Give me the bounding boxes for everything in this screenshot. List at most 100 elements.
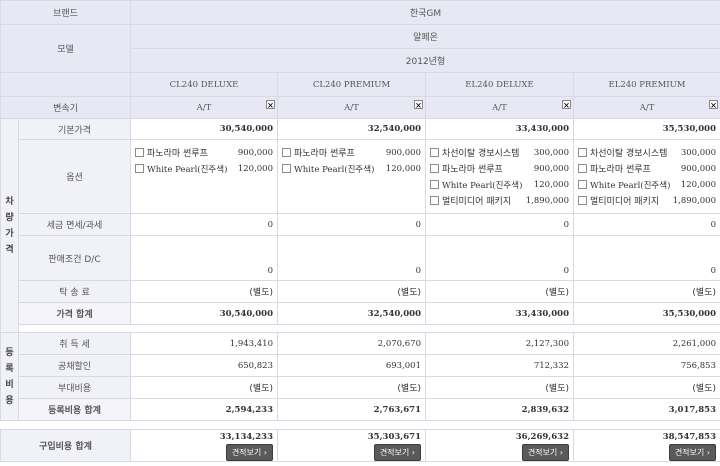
shipping-value: (별도) — [573, 280, 720, 303]
option-checkbox[interactable] — [430, 180, 439, 189]
option-row: 차선이탈 경보시스템 300,000 — [578, 145, 716, 161]
purchase-total: 33,134,233 — [219, 431, 273, 442]
bond: 650,823 — [130, 354, 278, 377]
option-checkbox[interactable] — [578, 180, 587, 189]
option-name: White Pearl(진주색) — [294, 164, 375, 175]
trim-name: CL240 PREMIUM — [277, 72, 426, 97]
price-total: 32,540,000 — [277, 302, 426, 325]
trans-value: A/T — [344, 102, 359, 113]
option-checkbox[interactable] — [430, 148, 439, 157]
option-price: 120,000 — [385, 163, 421, 174]
purchase-total: 35,303,671 — [367, 431, 421, 442]
shipping-label: 탁 송 료 — [18, 280, 131, 303]
tax-label: 세금 면세/과세 — [18, 213, 131, 236]
acq-tax-label: 취 득 세 — [18, 332, 131, 355]
option-row: 파노라마 썬루프 900,000 — [282, 145, 421, 161]
reg-total-label: 등록비용 합계 — [18, 398, 131, 421]
purchase-total-cell: 36,269,632 견적보기 › — [425, 429, 574, 462]
option-name: White Pearl(진주색) — [590, 180, 671, 191]
option-price: 1,890,000 — [525, 195, 569, 206]
trans-value: A/T — [639, 102, 655, 113]
extra-value: (별도) — [573, 376, 720, 399]
close-icon[interactable]: × — [414, 100, 423, 109]
trans-cell: A/T × — [425, 96, 574, 119]
comparison-table: 브랜드 한국GM 모델 알페온 2012년형 CL240 DELUXE CL24… — [0, 0, 720, 462]
estimate-button[interactable]: 견적보기 › — [521, 443, 569, 461]
model-year: 2012년형 — [130, 48, 720, 73]
reg-total: 2,839,632 — [425, 398, 574, 421]
option-name: 차선이탈 경보시스템 — [442, 149, 520, 159]
purchase-total-cell: 38,547,853 견적보기 › — [573, 429, 720, 462]
option-checkbox[interactable] — [135, 164, 144, 173]
bond: 712,332 — [425, 354, 574, 377]
option-row: White Pearl(진주색) 120,000 — [135, 161, 273, 177]
acq-tax: 2,261,000 — [573, 332, 720, 355]
option-row: White Pearl(진주색) 120,000 — [578, 177, 716, 193]
option-price: 120,000 — [533, 179, 569, 190]
base-price: 35,530,000 — [573, 118, 720, 140]
option-row: White Pearl(진주색) 120,000 — [282, 161, 421, 177]
price-total: 30,540,000 — [130, 302, 278, 325]
base-price-label: 기본가격 — [18, 118, 131, 140]
close-icon[interactable]: × — [562, 100, 571, 109]
tax-value: 0 — [573, 213, 720, 236]
base-price: 30,540,000 — [130, 118, 278, 140]
option-name: White Pearl(진주색) — [442, 180, 523, 191]
trans-cell: A/T × — [573, 96, 720, 119]
purchase-total: 38,547,853 — [662, 431, 716, 442]
extra-value: (별도) — [277, 376, 426, 399]
tax-value: 0 — [277, 213, 426, 236]
option-row: 파노라마 썬루프 900,000 — [135, 145, 273, 161]
trim-header-empty — [0, 72, 131, 97]
shipping-value: (별도) — [277, 280, 426, 303]
trim-name: CL240 DELUXE — [130, 72, 278, 97]
estimate-button[interactable]: 견적보기 › — [225, 443, 273, 461]
reg-total: 3,017,853 — [573, 398, 720, 421]
shipping-value: (별도) — [130, 280, 278, 303]
option-checkbox[interactable] — [578, 196, 587, 205]
tax-value: 0 — [130, 213, 278, 236]
option-checkbox[interactable] — [430, 164, 439, 173]
bond-label: 공채할인 — [18, 354, 131, 377]
option-name: White Pearl(진주색) — [147, 164, 228, 175]
option-row: 차선이탈 경보시스템 300,000 — [430, 145, 569, 161]
model-label: 모델 — [0, 24, 131, 73]
option-checkbox[interactable] — [430, 196, 439, 205]
bond: 693,001 — [277, 354, 426, 377]
trans-cell: A/T × — [277, 96, 426, 119]
dc-value: 0 — [277, 235, 426, 281]
trans-cell: A/T × — [130, 96, 278, 119]
reg-cost-text: 등록비용 — [5, 347, 14, 406]
option-price: 900,000 — [680, 163, 716, 174]
option-price: 900,000 — [237, 147, 273, 158]
extra-value: (별도) — [425, 376, 574, 399]
purchase-total-label: 구입비용 합계 — [0, 429, 131, 462]
option-checkbox[interactable] — [282, 164, 291, 173]
option-name: 차선이탈 경보시스템 — [590, 149, 668, 159]
options-label: 옵션 — [18, 139, 131, 214]
price-comparison: 브랜드 한국GM 모델 알페온 2012년형 CL240 DELUXE CL24… — [0, 0, 720, 466]
close-icon[interactable]: × — [709, 100, 718, 109]
option-checkbox[interactable] — [282, 148, 291, 157]
close-icon[interactable]: × — [266, 100, 275, 109]
option-price: 900,000 — [385, 147, 421, 158]
extra-value: (별도) — [130, 376, 278, 399]
options-cell: 파노라마 썬루프 900,000 White Pearl(진주색) 120,000 — [277, 139, 426, 214]
estimate-button[interactable]: 견적보기 › — [668, 443, 716, 461]
base-price: 32,540,000 — [277, 118, 426, 140]
option-price: 900,000 — [533, 163, 569, 174]
brand-value: 한국GM — [130, 0, 720, 25]
base-price: 33,430,000 — [425, 118, 574, 140]
option-checkbox[interactable] — [578, 164, 587, 173]
vehicle-price-label: 차량가격 — [0, 118, 19, 333]
reg-total: 2,594,233 — [130, 398, 278, 421]
option-checkbox[interactable] — [578, 148, 587, 157]
estimate-button[interactable]: 견적보기 › — [373, 443, 421, 461]
purchase-total-cell: 35,303,671 견적보기 › — [277, 429, 426, 462]
option-checkbox[interactable] — [135, 148, 144, 157]
options-cell: 파노라마 썬루프 900,000 White Pearl(진주색) 120,000 — [130, 139, 278, 214]
dc-value: 0 — [130, 235, 278, 281]
option-name: 파노라마 썬루프 — [147, 149, 208, 159]
dc-label: 판매조건 D/C — [18, 235, 131, 281]
tax-value: 0 — [425, 213, 574, 236]
